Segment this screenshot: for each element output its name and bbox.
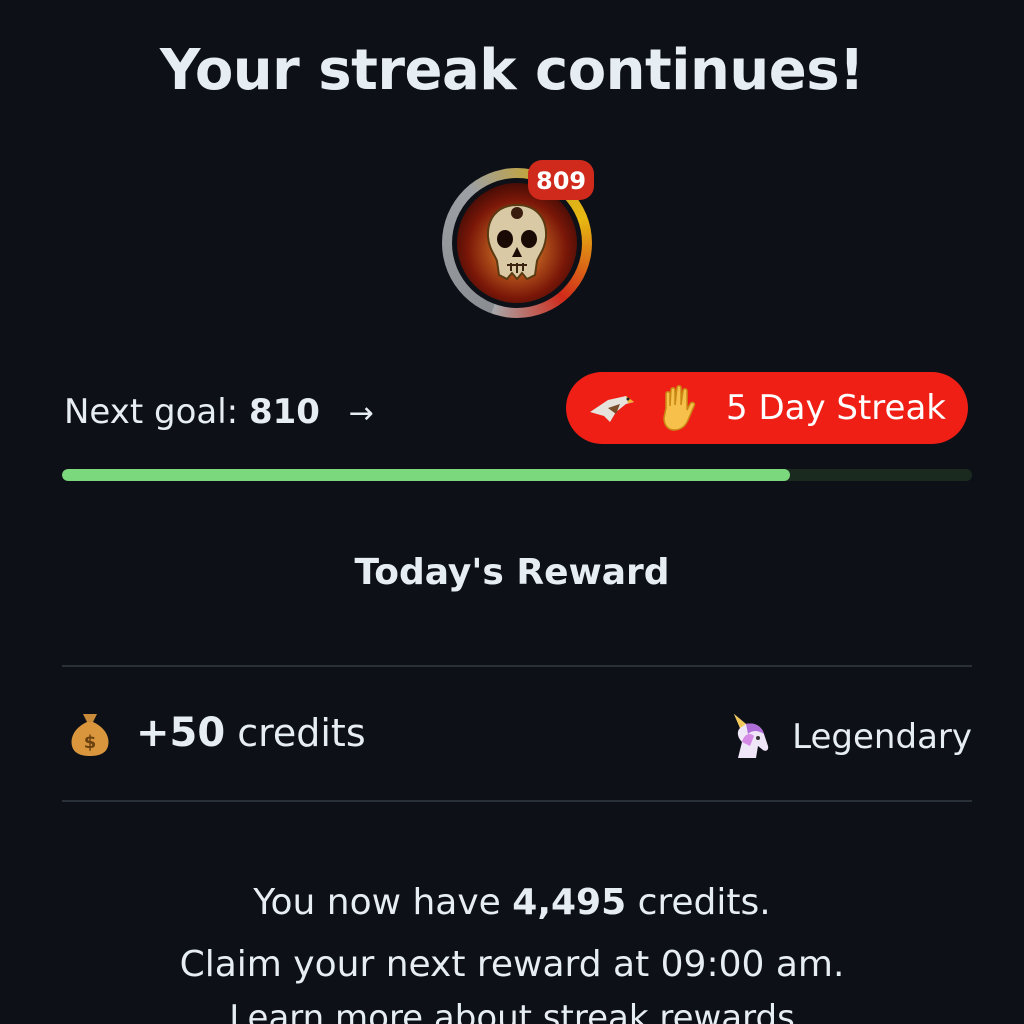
reward-credits: $ +50 credits <box>66 708 366 758</box>
streak-badge[interactable]: 5 Day Streak <box>566 372 968 444</box>
score-badge: 809 <box>528 160 595 200</box>
streak-label: 5 Day Streak <box>726 388 946 428</box>
learn-more-link[interactable]: Learn more about streak rewards <box>0 998 1024 1024</box>
reward-unit: credits <box>237 711 366 755</box>
raised-hand-icon <box>652 382 704 434</box>
unicorn-icon <box>724 712 774 762</box>
divider <box>62 800 972 802</box>
avatar[interactable]: 809 <box>442 160 595 318</box>
flaming-skull-icon <box>457 183 577 303</box>
next-goal[interactable]: Next goal: 810 → <box>64 392 374 432</box>
svg-text:$: $ <box>84 732 97 753</box>
balance-prefix: You now have <box>253 882 501 923</box>
arrow-right-icon: → <box>348 396 374 431</box>
goal-progress-fill <box>62 469 790 481</box>
next-goal-label: Next goal: <box>64 392 239 432</box>
next-goal-value: 810 <box>248 392 320 432</box>
streak-reward-panel: Your streak continues! 809 Next goal: 81… <box>0 0 1024 1024</box>
credit-balance: 4,495 <box>512 882 627 923</box>
reward-amount: +50 <box>136 710 226 756</box>
reward-rarity: Legendary <box>724 712 972 762</box>
goal-progress-bar <box>62 469 972 481</box>
page-title: Your streak continues! <box>159 38 865 103</box>
balance-summary: You now have 4,495 credits. Claim your n… <box>0 872 1024 996</box>
divider <box>62 665 972 667</box>
eagle-icon <box>586 382 638 434</box>
money-bag-icon: $ <box>66 708 114 758</box>
reward-title: Today's Reward <box>354 552 670 593</box>
balance-suffix: credits. <box>637 882 771 923</box>
rarity-label: Legendary <box>792 717 972 757</box>
next-claim-time: Claim your next reward at 09:00 am. <box>179 944 845 985</box>
balance-line: You now have 4,495 credits. <box>0 872 1024 934</box>
